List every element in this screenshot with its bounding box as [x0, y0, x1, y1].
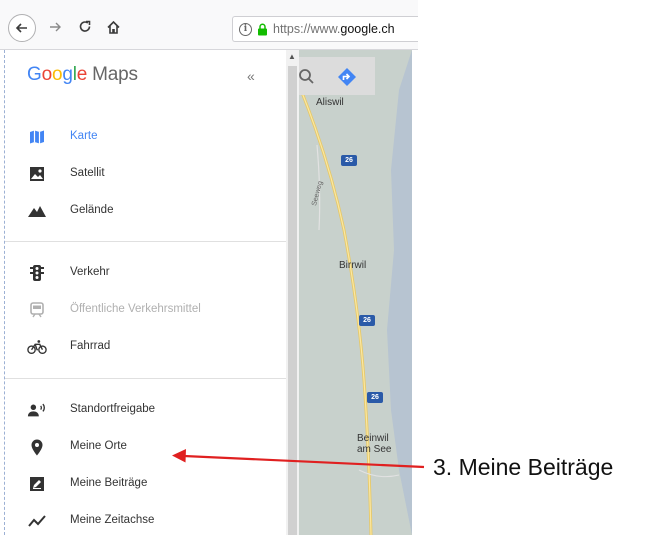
annotation-label: 3. Meine Beiträge	[433, 454, 614, 480]
